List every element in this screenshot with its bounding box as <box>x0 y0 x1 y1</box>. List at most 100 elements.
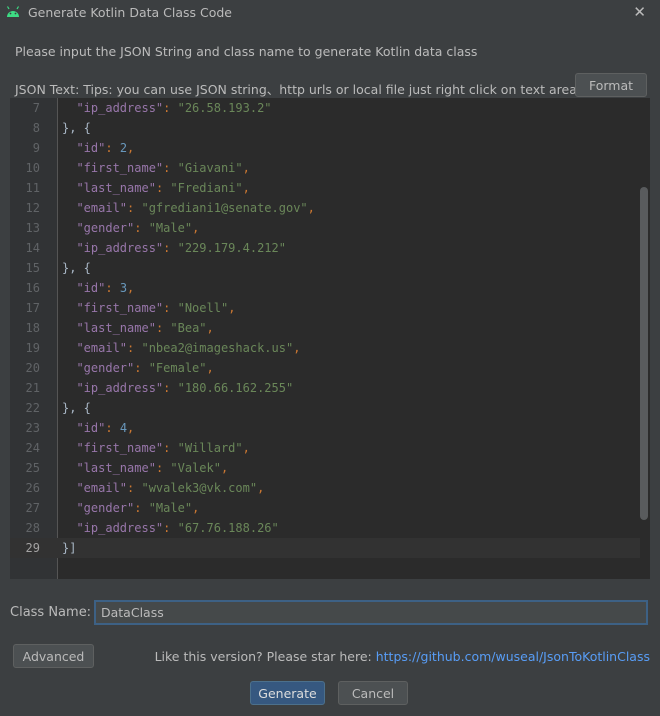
json-key: "ip_address" <box>76 381 164 395</box>
code-text: "ip_address": "26.58.193.2" <box>62 98 271 118</box>
code-text: "first_name": "Willard", <box>62 438 250 458</box>
code-bracket: }, { <box>62 401 91 415</box>
format-button[interactable]: Format <box>575 73 647 97</box>
comma: , <box>242 161 250 175</box>
line-number: 27 <box>25 501 40 515</box>
json-value: "Bea" <box>170 321 207 335</box>
json-value: "Male" <box>148 501 193 515</box>
json-value: "gfrediani1@senate.gov" <box>141 201 308 215</box>
json-key: "gender" <box>76 501 135 515</box>
json-key: "email" <box>76 201 128 215</box>
code-text: "email": "gfrediani1@senate.gov", <box>62 198 315 218</box>
code-line: 26 "email": "wvalek3@vk.com", <box>10 478 640 498</box>
json-key: "email" <box>76 481 128 495</box>
code-text: "gender": "Male", <box>62 218 199 238</box>
star-text: Like this version? Please star here: <box>154 649 372 664</box>
vertical-scrollbar-thumb[interactable] <box>640 187 648 520</box>
json-value: "Giavani" <box>177 161 243 175</box>
comma: , <box>242 441 250 455</box>
json-value: "Willard" <box>177 441 243 455</box>
class-name-label: Class Name: <box>10 605 92 620</box>
code-text: "id": 4, <box>62 418 134 438</box>
code-line: 16 "id": 3, <box>10 278 640 298</box>
code-line: 7 "ip_address": "26.58.193.2" <box>10 98 640 118</box>
json-value: 2 <box>119 141 128 155</box>
title-bar: Generate Kotlin Data Class Code ✕ <box>0 0 660 26</box>
colon: : <box>163 301 178 315</box>
line-number: 25 <box>25 461 40 475</box>
colon: : <box>134 221 149 235</box>
code-bracket: }, { <box>62 121 91 135</box>
comma: , <box>307 201 315 215</box>
code-line: 15 }, { <box>10 258 640 278</box>
line-number: 8 <box>32 121 40 135</box>
line-number: 11 <box>25 181 40 195</box>
line-number: 21 <box>25 381 40 395</box>
line-number: 13 <box>25 221 40 235</box>
comma: , <box>127 421 135 435</box>
code-text: }, { <box>62 258 91 278</box>
cancel-button[interactable]: Cancel <box>338 681 408 705</box>
comma: , <box>257 481 265 495</box>
code-bracket: }, { <box>62 261 91 275</box>
code-text: "ip_address": "67.76.188.26" <box>62 518 278 538</box>
comma: , <box>192 221 200 235</box>
star-prompt: Like this version? Please star here: htt… <box>155 649 650 664</box>
line-number: 23 <box>25 421 40 435</box>
code-text: }, { <box>62 118 91 138</box>
json-value: "Valek" <box>170 461 221 475</box>
comma: , <box>127 281 135 295</box>
line-number: 28 <box>25 521 40 535</box>
json-key: "first_name" <box>76 161 164 175</box>
colon: : <box>163 381 178 395</box>
json-value: "180.66.162.255" <box>177 381 294 395</box>
code-text: "first_name": "Giavani", <box>62 158 250 178</box>
class-name-input[interactable] <box>94 600 648 625</box>
code-line: 18 "last_name": "Bea", <box>10 318 640 338</box>
line-number: 7 <box>32 101 40 115</box>
json-key: "last_name" <box>76 181 156 195</box>
line-number: 10 <box>25 161 40 175</box>
code-line: 23 "id": 4, <box>10 418 640 438</box>
code-text: "id": 3, <box>62 278 134 298</box>
colon: : <box>163 441 178 455</box>
android-icon <box>6 6 20 17</box>
json-key: "ip_address" <box>76 101 164 115</box>
colon: : <box>163 161 178 175</box>
json-key: "ip_address" <box>76 521 164 535</box>
json-key: "id" <box>76 281 106 295</box>
code-text: "gender": "Female", <box>62 358 213 378</box>
advanced-button[interactable]: Advanced <box>13 644 94 668</box>
github-link[interactable]: https://github.com/wuseal/JsonToKotlinCl… <box>376 649 650 664</box>
colon: : <box>127 481 142 495</box>
code-line: 12 "email": "gfrediani1@senate.gov", <box>10 198 640 218</box>
line-number: 14 <box>25 241 40 255</box>
json-value: "Noell" <box>177 301 229 315</box>
json-label: JSON Text: <box>15 82 80 97</box>
json-key: "first_name" <box>76 301 164 315</box>
generate-button[interactable]: Generate <box>250 681 325 705</box>
code-text: "id": 2, <box>62 138 134 158</box>
code-line: 25 "last_name": "Valek", <box>10 458 640 478</box>
json-value: "nbea2@imageshack.us" <box>141 341 294 355</box>
comma: , <box>192 501 200 515</box>
code-line: 14 "ip_address": "229.179.4.212" <box>10 238 640 258</box>
json-value: 4 <box>119 421 128 435</box>
code-line: 9 "id": 2, <box>10 138 640 158</box>
json-value: "229.179.4.212" <box>177 241 286 255</box>
json-key: "email" <box>76 341 128 355</box>
comma: , <box>220 461 229 475</box>
code-line: 21 "ip_address": "180.66.162.255" <box>10 378 640 398</box>
close-icon[interactable]: ✕ <box>633 3 646 21</box>
line-number: 15 <box>25 261 40 275</box>
colon: : <box>127 201 142 215</box>
json-tips: Tips: you can use JSON string、http urls … <box>83 82 577 97</box>
colon: : <box>134 361 149 375</box>
colon: : <box>163 241 178 255</box>
code-line: 27 "gender": "Male", <box>10 498 640 518</box>
json-value: "wvalek3@vk.com" <box>141 481 258 495</box>
json-value: "Male" <box>148 221 193 235</box>
colon: : <box>127 341 142 355</box>
json-editor[interactable]: 7 "ip_address": "26.58.193.2" 8 }, { 9 "id"… <box>10 98 650 579</box>
code-text: "email": "wvalek3@vk.com", <box>62 478 264 498</box>
